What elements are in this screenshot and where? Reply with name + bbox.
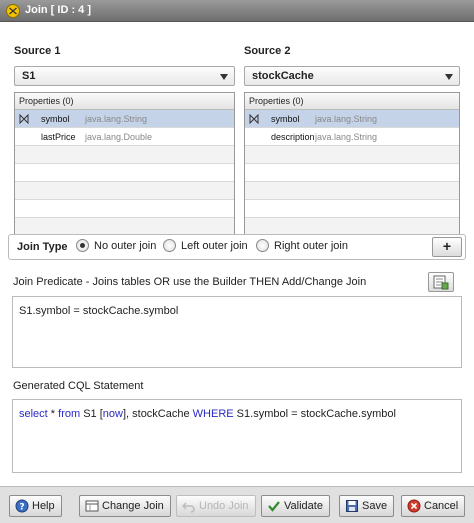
property-name: symbol [41, 114, 70, 124]
property-type: java.lang.String [85, 114, 148, 124]
join-type-label: Join Type [17, 241, 68, 253]
join-editor: Source 1 S1 Properties (0) symbol java.l… [4, 26, 470, 484]
radio-left-outer-join[interactable] [163, 239, 176, 252]
svg-text:?: ? [19, 503, 24, 513]
source2-selected-value: stockCache [252, 70, 314, 82]
cql-keyword-now: now [102, 408, 123, 420]
cancel-icon [407, 499, 421, 513]
table-row[interactable]: symbol java.lang.String [15, 110, 234, 128]
empty-row [245, 164, 459, 182]
source2-label: Source 2 [244, 45, 291, 57]
table-row[interactable]: symbol java.lang.String [245, 110, 459, 128]
radio-label: No outer join [94, 240, 157, 252]
radio-label: Left outer join [181, 240, 248, 252]
empty-row [15, 182, 234, 200]
cql-statement-output: select * from S1 [now], stockCache WHERE… [12, 399, 462, 473]
predicate-text: S1.symbol = stockCache.symbol [19, 305, 179, 317]
cql-statement-label: Generated CQL Statement [13, 380, 144, 392]
cql-keyword-where: WHERE [192, 408, 234, 420]
checkmark-icon [268, 501, 280, 512]
save-label: Save [362, 500, 388, 512]
undo-join-label: Undo Join [199, 500, 249, 512]
empty-row [15, 200, 234, 218]
property-name: symbol [271, 114, 300, 124]
change-join-button[interactable]: Change Join [79, 495, 171, 517]
window-title: Join [ ID : 4 ] [25, 4, 91, 16]
radio-no-outer-join[interactable] [76, 239, 89, 252]
property-type: java.lang.String [315, 114, 378, 124]
empty-row [245, 200, 459, 218]
add-join-button[interactable]: + [432, 237, 462, 257]
join-icon [6, 4, 20, 18]
cancel-button[interactable]: Cancel [401, 495, 466, 517]
cancel-label: Cancel [424, 500, 459, 512]
save-button[interactable]: Save [339, 495, 395, 517]
cql-condition: S1.symbol = stockCache.symbol [233, 408, 396, 420]
property-type: java.lang.Double [85, 132, 153, 142]
undo-join-button[interactable]: Undo Join [176, 495, 256, 517]
property-name: description [271, 132, 315, 142]
source1-selected-value: S1 [22, 70, 36, 82]
property-name: lastPrice [41, 132, 76, 142]
save-icon [346, 500, 358, 512]
cql-keyword-select: select [19, 408, 48, 420]
chevron-down-icon [445, 74, 453, 80]
validate-button[interactable]: Validate [261, 495, 330, 517]
source1-select[interactable]: S1 [14, 66, 235, 86]
source1-label: Source 1 [14, 45, 61, 57]
join-key-icon [249, 114, 259, 124]
expression-builder-icon [433, 275, 449, 290]
cql-text: ], stockCache [122, 408, 193, 420]
radio-label: Right outer join [274, 240, 348, 252]
table-row[interactable]: lastPrice java.lang.Double [15, 128, 234, 146]
empty-row [15, 146, 234, 164]
expression-builder-button[interactable] [428, 272, 454, 292]
cql-keyword-from: from [58, 408, 81, 420]
join-predicate-label: Join Predicate - Joins tables OR use the… [13, 276, 367, 288]
join-predicate-input[interactable]: S1.symbol = stockCache.symbol [12, 296, 462, 368]
source2-properties-grid: Properties (0) symbol java.lang.String d… [244, 92, 460, 252]
cql-star: * [47, 408, 59, 420]
validate-label: Validate [284, 500, 323, 512]
table-row[interactable]: description java.lang.String [245, 128, 459, 146]
undo-icon [182, 502, 195, 513]
help-icon: ? [15, 499, 29, 513]
empty-row [15, 164, 234, 182]
chevron-down-icon [220, 74, 228, 80]
dialog-footer: ? Help Change Join Undo Join Validate Sa… [0, 486, 474, 523]
source2-select[interactable]: stockCache [244, 66, 460, 86]
source1-properties-grid: Properties (0) symbol java.lang.String l… [14, 92, 235, 252]
help-label: Help [32, 500, 55, 512]
change-join-icon [85, 500, 99, 512]
change-join-label: Change Join [102, 500, 164, 512]
help-button[interactable]: ? Help [9, 495, 62, 517]
radio-right-outer-join[interactable] [256, 239, 269, 252]
cql-source: S1 [ [80, 408, 103, 420]
grid-header: Properties (0) [245, 93, 459, 110]
empty-row [245, 182, 459, 200]
grid-header: Properties (0) [15, 93, 234, 110]
join-type-panel: Join Type No outer join Left outer join … [8, 234, 466, 260]
join-key-icon [19, 114, 29, 124]
empty-row [245, 146, 459, 164]
property-type: java.lang.String [315, 132, 378, 142]
window-titlebar: Join [ ID : 4 ] [0, 0, 474, 22]
